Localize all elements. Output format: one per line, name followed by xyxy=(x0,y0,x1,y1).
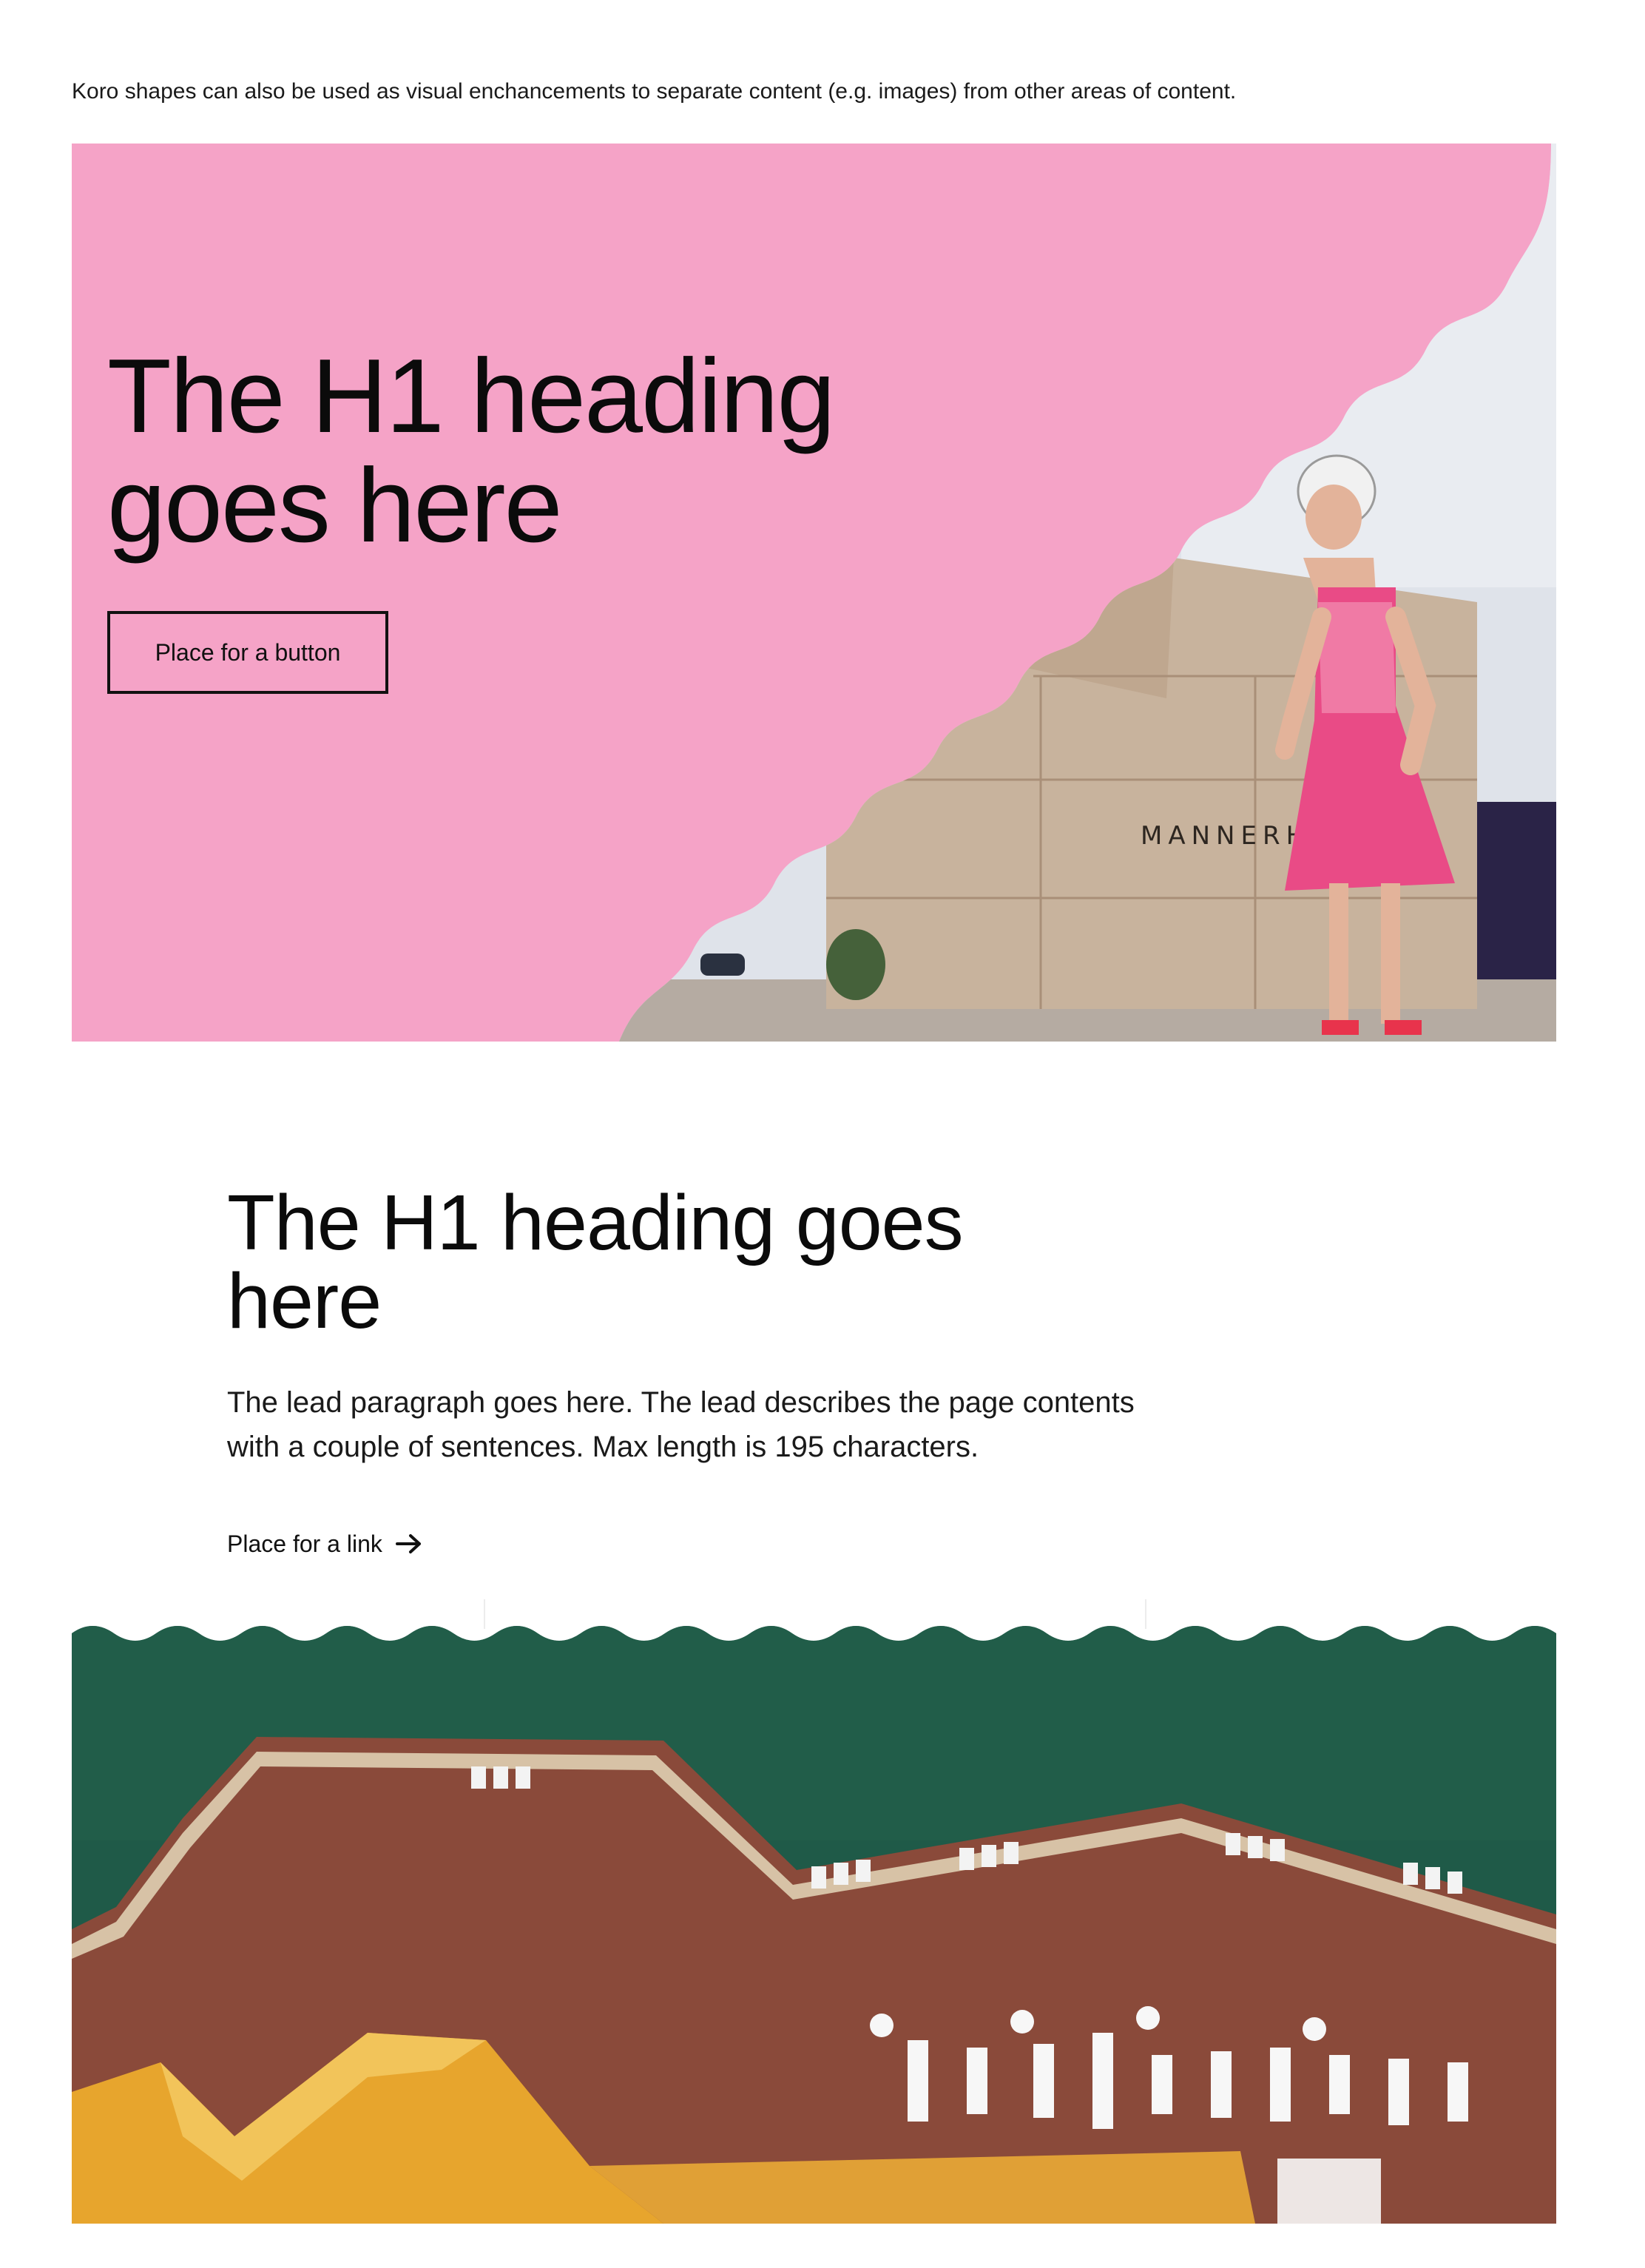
page-title: The H1 heading goes here xyxy=(227,1184,1041,1340)
hero-title-line2: goes here xyxy=(107,447,563,564)
lead-paragraph: The lead paragraph goes here. The lead d… xyxy=(227,1386,1135,1463)
arrow-link[interactable]: Place for a link xyxy=(227,1525,422,1562)
hero-title-line1: The H1 heading xyxy=(107,337,836,455)
hero-banner: MANNERHEI The H1 heading goes here Place… xyxy=(72,144,1556,1042)
arrow-right-icon xyxy=(395,1534,421,1553)
hero-cta-button[interactable]: Place for a button xyxy=(107,611,388,694)
hero-title: The H1 heading goes here xyxy=(107,342,921,561)
hero-photo: MANNERHEI xyxy=(72,144,1556,1042)
aerial-photo xyxy=(72,1626,1556,2224)
link-label: Place for a link xyxy=(227,1530,382,1557)
page-title-line2: here xyxy=(227,1258,382,1345)
page-title-line1: The H1 heading goes xyxy=(227,1179,964,1266)
intro-text: Koro shapes can also be used as visual e… xyxy=(72,79,1237,104)
